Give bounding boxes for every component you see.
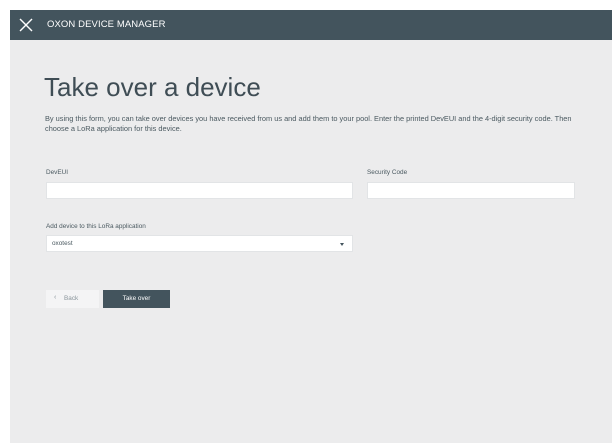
application-select-value: oxotest bbox=[52, 240, 73, 247]
take-over-button[interactable]: Take over bbox=[103, 290, 170, 308]
application-label: Add device to this LoRa application bbox=[46, 223, 146, 230]
back-button-label: Back bbox=[64, 295, 79, 302]
close-x-icon[interactable] bbox=[19, 18, 33, 32]
page-title: Take over a device bbox=[44, 72, 261, 102]
top-bar: OXON DEVICE MANAGER bbox=[10, 10, 612, 40]
security-code-label: Security Code bbox=[367, 169, 408, 176]
deveui-label: DevEUI bbox=[46, 169, 69, 176]
app-title: OXON DEVICE MANAGER bbox=[47, 19, 166, 30]
app-window: OXON DEVICE MANAGER Take over a device B… bbox=[10, 10, 612, 443]
back-button[interactable]: ‹ Back bbox=[46, 290, 99, 308]
take-over-button-label: Take over bbox=[122, 295, 151, 302]
security-code-input[interactable] bbox=[367, 182, 575, 199]
chevron-left-icon: ‹ bbox=[54, 294, 57, 301]
application-select[interactable]: oxotest bbox=[46, 235, 353, 252]
page-description: By using this form, you can take over de… bbox=[45, 114, 572, 133]
caret-down-icon bbox=[340, 243, 344, 246]
deveui-input[interactable] bbox=[46, 182, 353, 199]
